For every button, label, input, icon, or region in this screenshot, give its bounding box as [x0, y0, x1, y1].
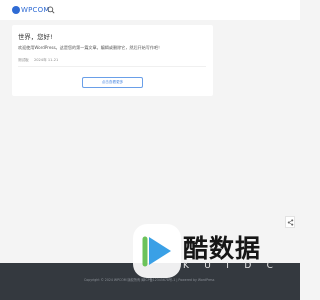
- logo-mark: [12, 6, 20, 14]
- share-icon: [287, 218, 293, 226]
- post-excerpt: 欢迎使用WordPress。这是您的第一篇文章。编辑或删除它，然后开始写作吧！: [18, 45, 163, 50]
- watermark-letter: C: [266, 261, 275, 271]
- site-logo[interactable]: WPCOM: [12, 5, 50, 15]
- watermark-letters: K U I D C: [183, 261, 275, 271]
- watermark-letter: D: [244, 261, 254, 271]
- watermark-text: 酷数据: [183, 234, 262, 263]
- load-more-button[interactable]: 点击查看更多: [82, 77, 143, 88]
- watermark-logo: 酷数据 K U I D C: [133, 224, 283, 280]
- brand-text: WPCOM: [21, 6, 50, 14]
- watermark-letter: K: [183, 261, 191, 271]
- watermark-badge: [133, 224, 181, 278]
- search-icon[interactable]: [47, 6, 55, 14]
- watermark-letter: U: [204, 261, 213, 271]
- post-title[interactable]: 世界，您好!: [18, 32, 53, 41]
- top-navbar: WPCOM: [0, 0, 300, 20]
- post-meta: 测试板 2024年 11-21: [18, 58, 58, 63]
- play-icon: [142, 236, 171, 267]
- watermark-letter: I: [226, 261, 231, 271]
- post-date: 2024年 11-21: [33, 58, 59, 62]
- post-category[interactable]: 测试板: [18, 58, 29, 62]
- card-divider: [18, 66, 206, 67]
- share-button[interactable]: [285, 216, 295, 228]
